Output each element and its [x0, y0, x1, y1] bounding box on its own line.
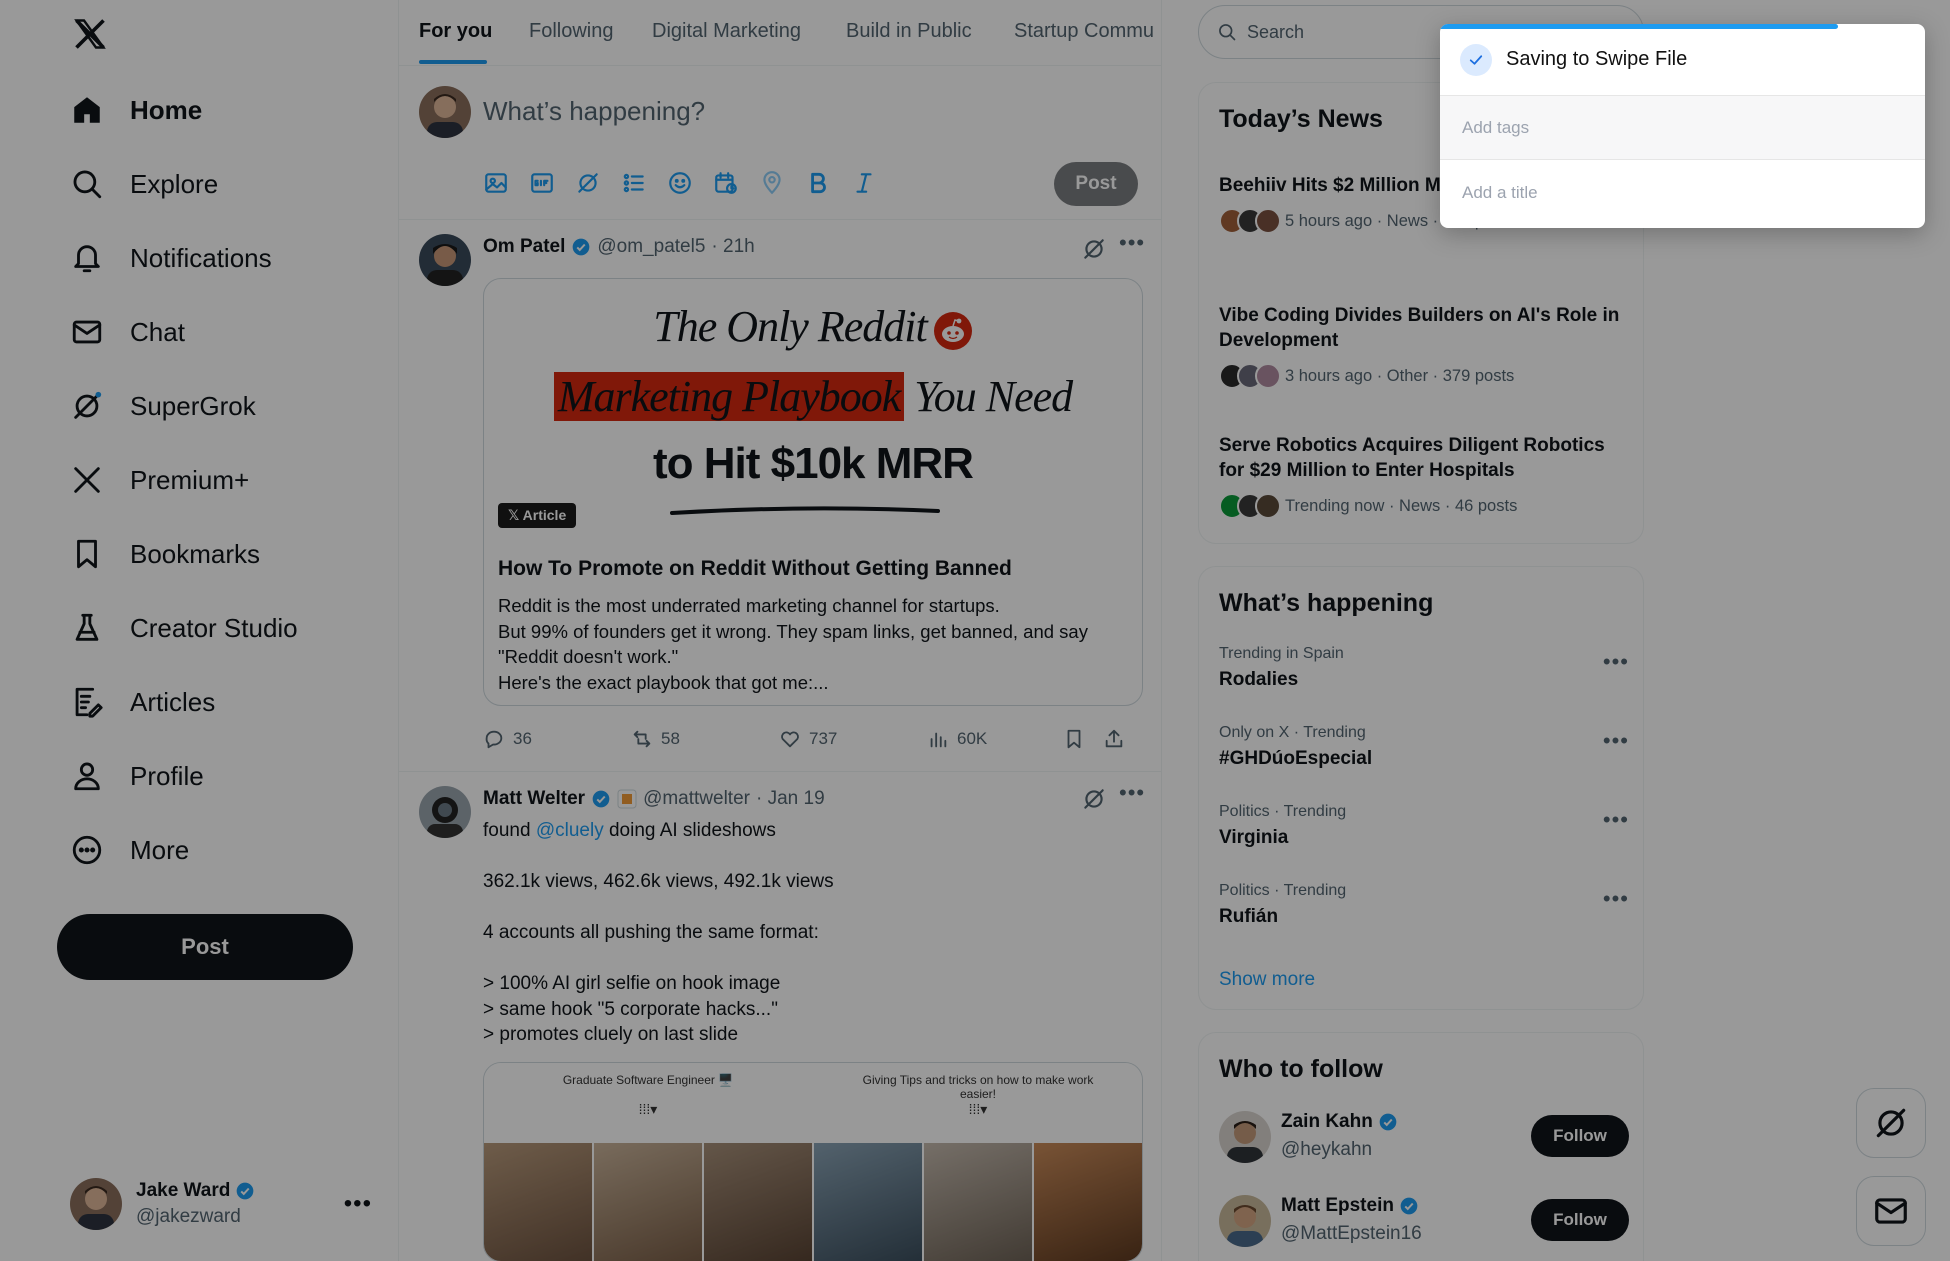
tags-field[interactable]: [1440, 96, 1925, 160]
save-status: Saving to Swipe File: [1440, 24, 1925, 96]
swipe-file-popup: Saving to Swipe File: [1440, 24, 1925, 228]
tags-input[interactable]: [1462, 117, 1882, 138]
title-input[interactable]: [1462, 183, 1882, 203]
save-status-text: Saving to Swipe File: [1506, 48, 1688, 70]
title-field[interactable]: [1440, 161, 1925, 225]
check-icon: [1460, 43, 1492, 76]
